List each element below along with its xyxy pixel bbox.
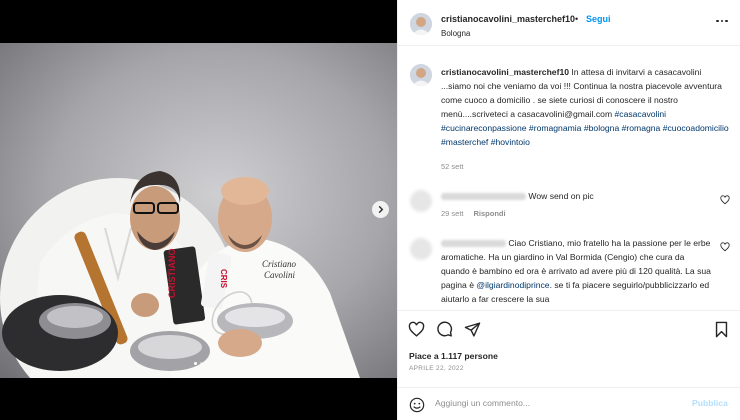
hashtag-link[interactable]: #masterchef <box>441 137 488 147</box>
box-label: CRISTIANO <box>167 249 177 299</box>
box-label-2: CRIS <box>219 269 228 289</box>
post-photo[interactable]: Cristiano Cavolini CRISTIANO CRIS <box>0 43 397 378</box>
next-image-button[interactable] <box>372 201 389 218</box>
commenter-avatar[interactable] <box>410 238 432 260</box>
heart-icon[interactable] <box>408 321 425 338</box>
avatar-image <box>410 13 432 35</box>
bookmark-icon[interactable] <box>714 321 729 338</box>
hashtag-link[interactable]: #bologna <box>584 123 619 133</box>
hashtag-link[interactable]: #hovintoio <box>491 137 530 147</box>
hashtag-link[interactable]: #casacavolini <box>615 109 667 119</box>
comment-item: Wow send on pic <box>441 189 711 203</box>
carousel-dot <box>194 362 197 365</box>
follow-button[interactable]: Segui <box>586 14 611 24</box>
hashtag-link[interactable]: #romagnamia <box>529 123 582 133</box>
post-media: Cristiano Cavolini CRISTIANO CRIS <box>0 0 397 420</box>
reply-button[interactable]: Rispondi <box>474 209 506 218</box>
comment-meta: 29 sett Rispondi <box>441 209 506 218</box>
hashtag-link[interactable]: #cuocoadomicilio <box>663 123 729 133</box>
comment-text: Wow send on pic <box>528 191 594 201</box>
more-options-button[interactable] <box>714 15 730 27</box>
separator-dot: • <box>575 14 579 24</box>
author-username[interactable]: cristianocavolini_masterchef10 <box>441 14 575 24</box>
caption-author-avatar[interactable] <box>410 64 432 86</box>
carousel-indicator <box>0 362 397 365</box>
apron-embroidery-2: Cavolini <box>264 270 295 280</box>
comment-item: Ciao Cristiano, mio fratello ha la passi… <box>441 236 711 306</box>
avatar-image <box>410 64 432 86</box>
hashtag-link[interactable]: #romagna <box>622 123 661 133</box>
comment-like-heart-icon[interactable] <box>720 195 730 205</box>
mention-link[interactable]: @ilgiardinodiprince <box>476 280 549 290</box>
comment-icon[interactable] <box>436 321 453 338</box>
instagram-post-view: Cristiano Cavolini CRISTIANO CRIS cristi… <box>0 0 740 420</box>
comment-timestamp[interactable]: 29 sett <box>441 209 464 218</box>
commenter-username-redacted[interactable] <box>441 240 506 248</box>
add-comment-bar: Pubblica <box>398 387 740 420</box>
send-icon[interactable] <box>464 321 481 338</box>
chefs-photo-illustration: Cristiano Cavolini CRISTIANO CRIS <box>0 171 360 378</box>
caption-timestamp[interactable]: 52 sett <box>441 162 464 171</box>
hashtag-link[interactable]: #cucinareconpassione <box>441 123 527 133</box>
comment-like-heart-icon[interactable] <box>720 242 730 252</box>
chevron-right-icon <box>378 205 384 214</box>
caption-username[interactable]: cristianocavolini_masterchef10 <box>441 67 569 77</box>
emoji-icon[interactable] <box>409 397 425 413</box>
post-actions: Piace a 1.117 persone APRILE 22, 2022 Pu… <box>398 310 740 420</box>
commenter-username-redacted[interactable] <box>441 193 526 201</box>
publish-button[interactable]: Pubblica <box>692 398 728 408</box>
carousel-dot <box>200 362 203 365</box>
post-caption: cristianocavolini_masterchef10 In attesa… <box>441 65 731 149</box>
author-avatar[interactable] <box>410 13 432 35</box>
post-date[interactable]: APRILE 22, 2022 <box>409 365 464 372</box>
more-horizontal-icon <box>716 19 719 23</box>
post-location[interactable]: Bologna <box>441 29 470 38</box>
add-comment-input[interactable] <box>435 398 685 408</box>
commenter-avatar[interactable] <box>410 190 432 212</box>
apron-embroidery-1: Cristiano <box>262 259 297 269</box>
post-header: cristianocavolini_masterchef10 • Segui B… <box>398 0 740 46</box>
likes-count[interactable]: Piace a 1.117 persone <box>409 351 498 361</box>
post-side-panel: cristianocavolini_masterchef10 • Segui B… <box>397 0 740 420</box>
